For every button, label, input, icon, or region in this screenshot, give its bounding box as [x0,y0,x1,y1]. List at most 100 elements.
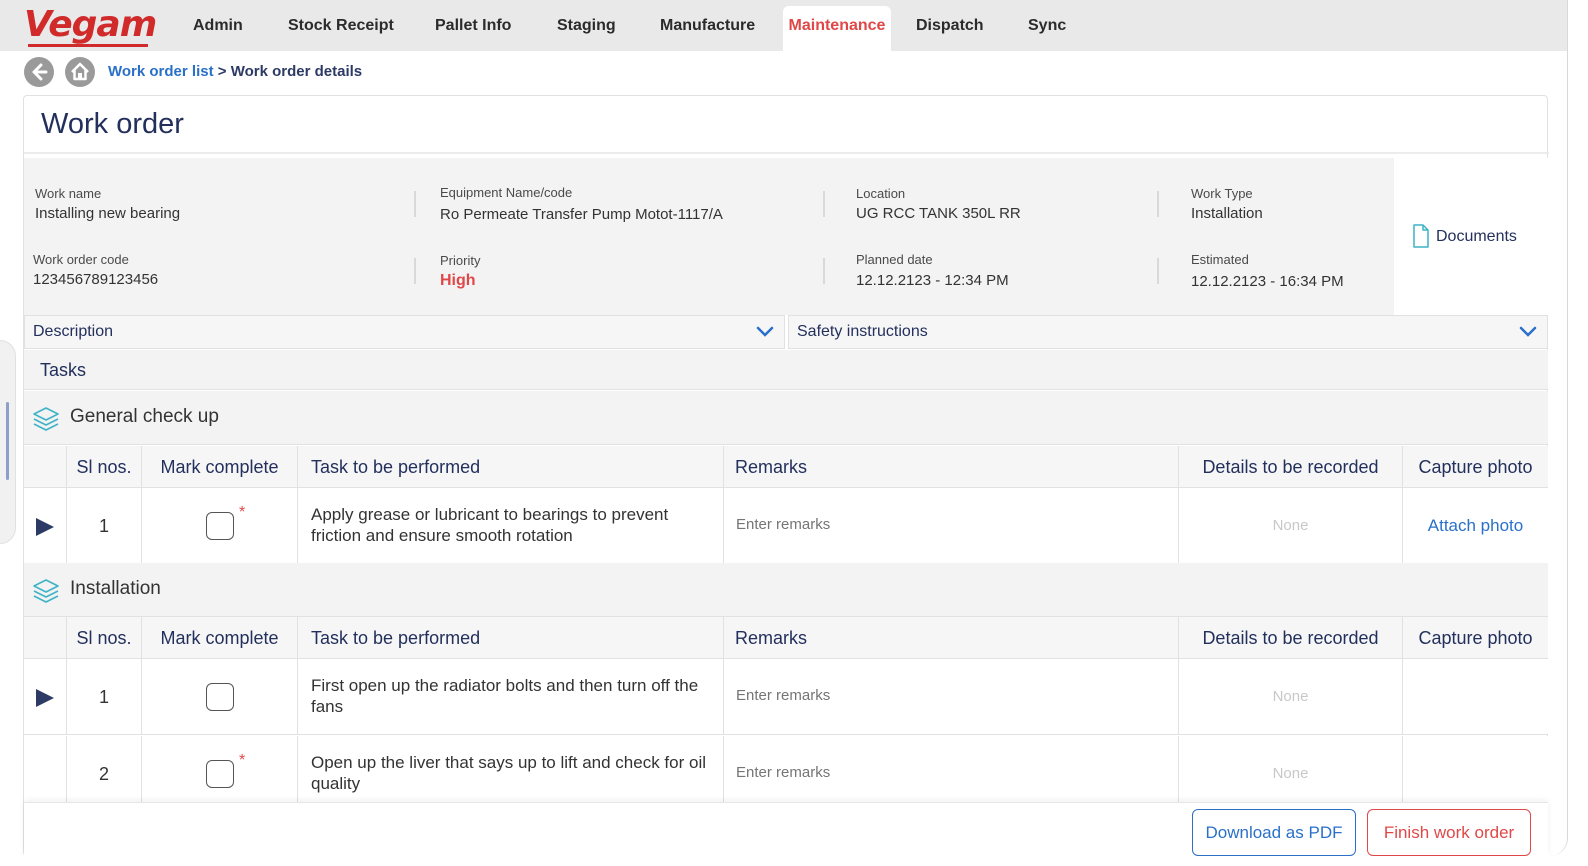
mark-complete-checkbox[interactable] [206,683,234,711]
expand-row-cell[interactable] [24,488,66,564]
description-label: Description [33,323,114,340]
table-row: 1 First open up the radiator bolts and t… [24,659,1548,735]
mark-complete-cell [141,659,297,735]
breadcrumb-work-order-list[interactable]: Work order list [108,63,214,80]
planned-date-label: Planned date [856,252,933,267]
planned-date-value: 12.12.2123 - 12:34 PM [856,272,1009,289]
nav-admin[interactable]: Admin [187,0,249,51]
breadcrumb: Work order list > Work order details [108,63,362,80]
work-name-value: Installing new bearing [35,205,181,222]
work-order-code-label: Work order code [33,252,129,267]
priority-label: Priority [440,253,481,268]
remarks-cell [723,488,1178,564]
documents-label: Documents [1436,228,1517,245]
action-footer: Download as PDF Finish work order [24,802,1548,856]
column-header-remarks: Remarks [723,617,1178,659]
sl-cell: 2 [66,736,141,812]
table-row: 1 * Apply grease or lubricant to bearing… [24,488,1548,564]
tasks-section-header: Tasks [24,350,1548,390]
column-header-sl: Sl nos. [66,446,141,488]
back-arrow-icon[interactable] [24,57,54,87]
nav-dispatch[interactable]: Dispatch [910,0,990,51]
table-header-row: Sl nos. Mark complete Task to be perform… [24,617,1548,659]
equipment-label: Equipment Name/code [440,185,573,200]
nav-stock-receipt[interactable]: Stock Receipt [282,0,400,51]
logo-underline [28,44,148,47]
details-value: None [1272,517,1309,534]
task-group-header: General check up [24,391,1548,445]
nav-maintenance[interactable]: Maintenance [783,6,891,51]
work-order-code-value: 123456789123456 [33,271,159,288]
remarks-cell [723,659,1178,735]
column-header-details: Details to be recorded [1178,617,1402,659]
column-header-mark-complete: Mark complete [141,617,297,659]
nav-manufacture[interactable]: Manufacture [654,0,761,51]
details-value: None [1272,765,1309,782]
nav-staging[interactable]: Staging [551,0,622,51]
title-divider [24,152,1549,154]
nav-pallet-info[interactable]: Pallet Info [429,0,517,51]
remarks-input[interactable] [736,687,1166,704]
document-icon [1413,224,1429,248]
mark-complete-checkbox[interactable] [206,760,234,788]
sl-number: 1 [98,516,109,536]
location-value: UG RCC TANK 350L RR [856,205,1021,222]
task-description: Open up the liver that says up to lift a… [311,753,706,793]
remarks-input[interactable] [736,516,1166,533]
download-pdf-button[interactable]: Download as PDF [1192,809,1356,856]
equipment-value: Ro Permeate Transfer Pump Motot-1117/A [440,206,723,223]
column-header-capture-photo: Capture photo [1402,617,1548,659]
sl-cell: 1 [66,488,141,564]
work-type-label: Work Type [1191,186,1253,201]
work-type-value: Installation [1191,205,1263,222]
task-cell: Apply grease or lubricant to bearings to… [297,488,723,564]
attach-photo-link[interactable]: Attach photo [1403,488,1548,564]
estimated-value: 12.12.2123 - 16:34 PM [1191,273,1344,290]
details-value: None [1272,688,1309,705]
layers-icon [33,579,59,603]
nav-sync[interactable]: Sync [1022,0,1072,51]
mark-complete-cell: * [141,488,297,564]
page-title: Work order [41,108,184,140]
layers-icon [33,407,59,431]
play-icon[interactable] [36,689,54,707]
safety-instructions-accordion[interactable]: Safety instructions [788,315,1548,349]
app-window: Vegam Admin Stock Receipt Pallet Info St… [0,0,1568,856]
info-divider [823,191,825,217]
chevron-down-icon [756,326,774,337]
sl-number: 2 [98,764,109,784]
sl-cell: 1 [66,659,141,735]
mark-complete-checkbox[interactable] [206,512,234,540]
info-divider [1157,191,1159,217]
column-header-mark-complete: Mark complete [141,446,297,488]
expand-row-cell[interactable] [24,659,66,735]
home-icon[interactable] [65,57,95,87]
breadcrumb-separator: > [217,63,227,80]
column-header-capture-photo: Capture photo [1402,446,1548,488]
details-cell: None [1178,736,1402,812]
task-group-name: Installation [70,578,161,599]
remarks-input[interactable] [736,764,1166,781]
side-drawer-grip [6,402,9,480]
work-order-card: Work order Work name Installing new bear… [23,95,1549,856]
safety-instructions-label: Safety instructions [797,323,928,340]
column-header-task: Task to be performed [297,446,723,488]
work-name-label: Work name [35,186,102,201]
remarks-cell [723,736,1178,812]
capture-photo-cell [1402,736,1548,812]
tasks-title: Tasks [40,360,87,380]
location-label: Location [856,186,906,201]
mark-complete-cell: * [141,736,297,812]
capture-photo-cell: Attach photo [1402,488,1548,564]
details-cell: None [1178,659,1402,735]
task-cell: First open up the radiator bolts and the… [297,659,723,735]
description-accordion[interactable]: Description [24,315,785,349]
play-icon[interactable] [36,518,54,536]
finish-work-order-button[interactable]: Finish work order [1367,809,1531,856]
vegam-logo: Vegam [24,4,157,45]
column-header-task: Task to be performed [297,617,723,659]
chevron-down-icon [1519,326,1537,337]
info-divider [414,258,416,284]
required-asterisk: * [239,752,246,769]
documents-link[interactable]: Documents [1394,158,1548,315]
